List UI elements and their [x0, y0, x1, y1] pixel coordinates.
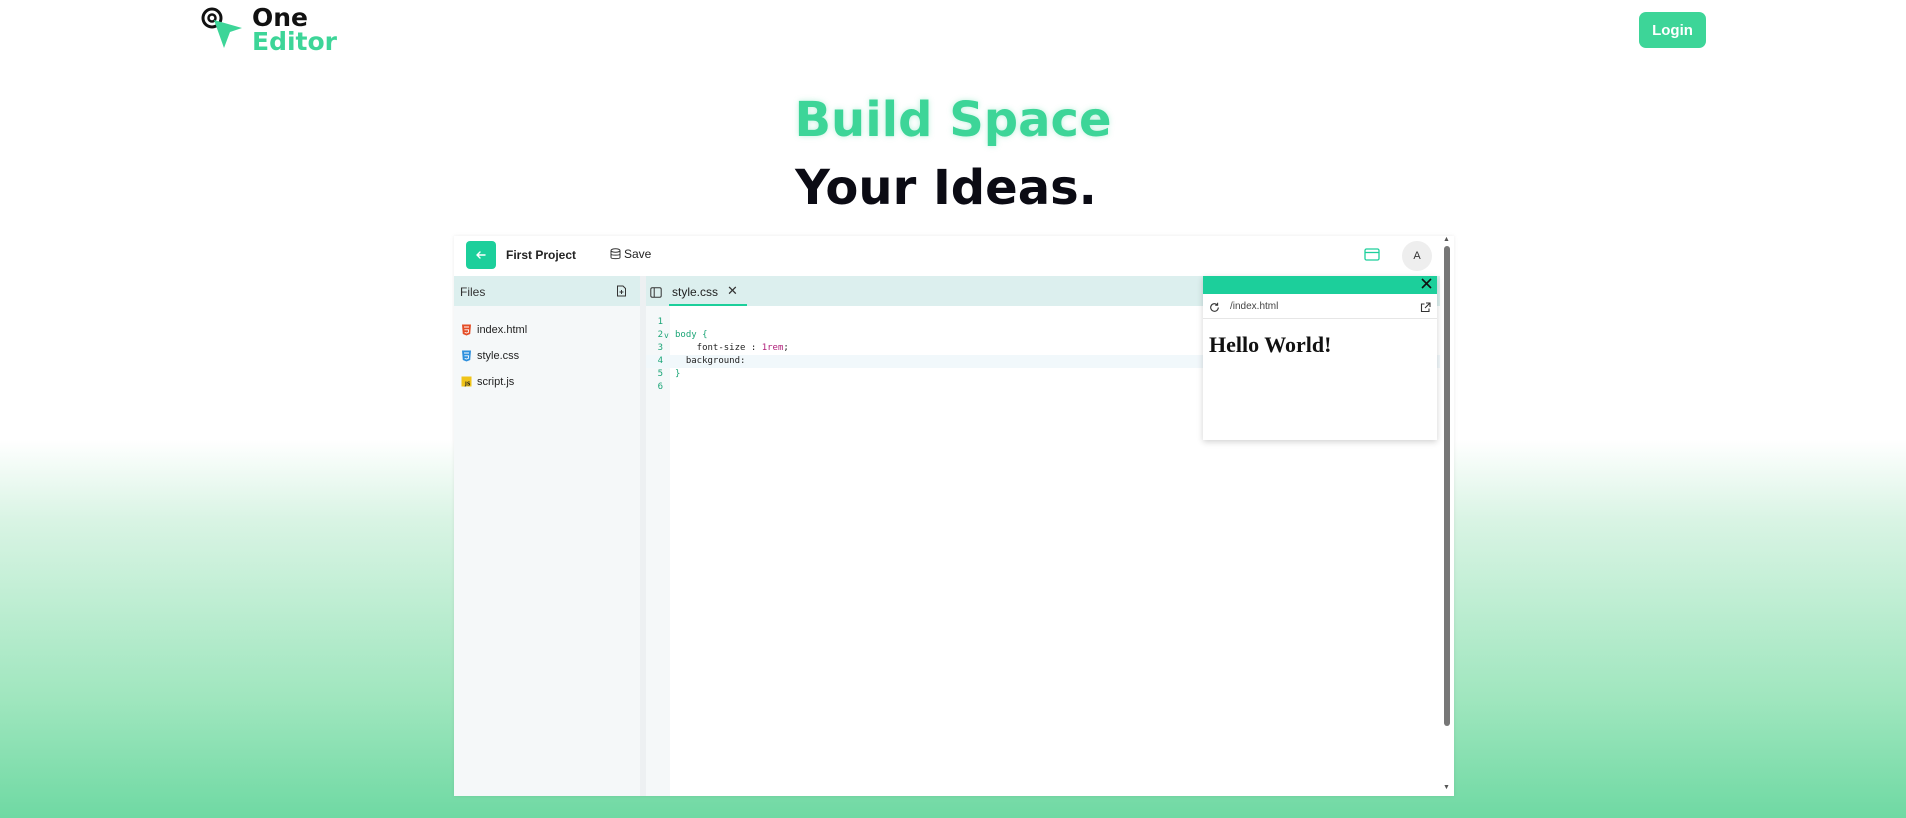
line-number: 3: [657, 343, 663, 353]
sidebar-panel-icon: [650, 287, 662, 298]
tab-label: style.css: [672, 285, 719, 299]
new-file-button[interactable]: [616, 284, 627, 302]
browser-window-icon: [1364, 248, 1380, 261]
sidebar-header: Files: [454, 276, 640, 306]
close-icon[interactable]: ✕: [727, 283, 738, 299]
file-item-style-css[interactable]: style.css: [454, 347, 640, 373]
back-button[interactable]: [466, 241, 496, 269]
logo[interactable]: One Editor: [200, 4, 337, 56]
code-text: background:: [675, 356, 746, 366]
project-name: First Project: [506, 248, 577, 262]
arrow-left-icon: [476, 251, 486, 259]
preview-address-bar: /index.html: [1203, 294, 1437, 319]
login-button[interactable]: Login: [1639, 12, 1706, 48]
js-file-icon: JS: [461, 376, 472, 388]
save-button[interactable]: Save: [610, 247, 651, 261]
hero-title: Build Space: [794, 92, 1112, 148]
line-number: 5: [657, 369, 663, 379]
css-value: 1rem: [761, 343, 784, 353]
scroll-down-icon[interactable]: ▼: [1443, 784, 1450, 791]
logo-text: One Editor: [252, 5, 337, 56]
line-number: 4: [657, 356, 663, 366]
preview-content: Hello World!: [1209, 332, 1332, 357]
avatar[interactable]: A: [1402, 241, 1432, 271]
code-text: font-size : 1rem;: [675, 343, 789, 353]
css-file-icon: [462, 350, 471, 362]
file-item-index-html[interactable]: index.html: [454, 321, 640, 347]
editor-window: First Project Save A Files index.html st…: [454, 236, 1454, 796]
editor-toolbar: First Project Save A: [454, 236, 1440, 276]
code-text: body {: [675, 330, 708, 340]
open-external-button[interactable]: [1420, 300, 1431, 318]
refresh-icon: [1210, 302, 1219, 312]
file-list: index.html style.css JS script.js: [454, 321, 640, 399]
preview-close-button[interactable]: [1420, 277, 1433, 295]
file-name: style.css: [477, 350, 520, 362]
hero-subtitle: Your Ideas.: [795, 160, 1097, 216]
svg-text:JS: JS: [464, 382, 471, 388]
file-name: index.html: [477, 324, 528, 336]
html-file-icon: [462, 324, 471, 336]
save-label: Save: [624, 247, 652, 261]
new-file-icon: [617, 285, 626, 297]
logo-icon: [201, 7, 242, 48]
logo-line-editor: Editor: [252, 27, 337, 56]
file-sidebar: Files index.html style.css JS script.js: [454, 276, 640, 796]
scroll-up-icon[interactable]: ▲: [1443, 236, 1450, 243]
line-number: 1: [657, 317, 663, 327]
files-title: Files: [460, 285, 486, 299]
scrollbar[interactable]: ▲ ▼: [1440, 236, 1454, 796]
refresh-button[interactable]: [1209, 300, 1220, 318]
preview-panel: /index.html Hello World!: [1203, 276, 1437, 440]
code-text: }: [675, 369, 681, 379]
line-number: 6: [657, 382, 663, 392]
fold-chevron-icon[interactable]: v: [664, 329, 669, 342]
sidebar-toggle-button[interactable]: [650, 285, 662, 303]
preview-header: [1203, 276, 1437, 294]
preview-toggle-button[interactable]: [1364, 247, 1380, 266]
close-icon: [1421, 278, 1432, 289]
file-name: script.js: [477, 376, 515, 388]
tab-style-css[interactable]: style.css ✕: [669, 276, 747, 306]
line-number: 2: [657, 330, 663, 340]
preview-url[interactable]: /index.html: [1230, 301, 1278, 312]
scrollbar-thumb[interactable]: [1444, 246, 1450, 726]
database-icon: [610, 248, 621, 260]
file-item-script-js[interactable]: JS script.js: [454, 373, 640, 399]
external-link-icon: [1420, 302, 1431, 313]
